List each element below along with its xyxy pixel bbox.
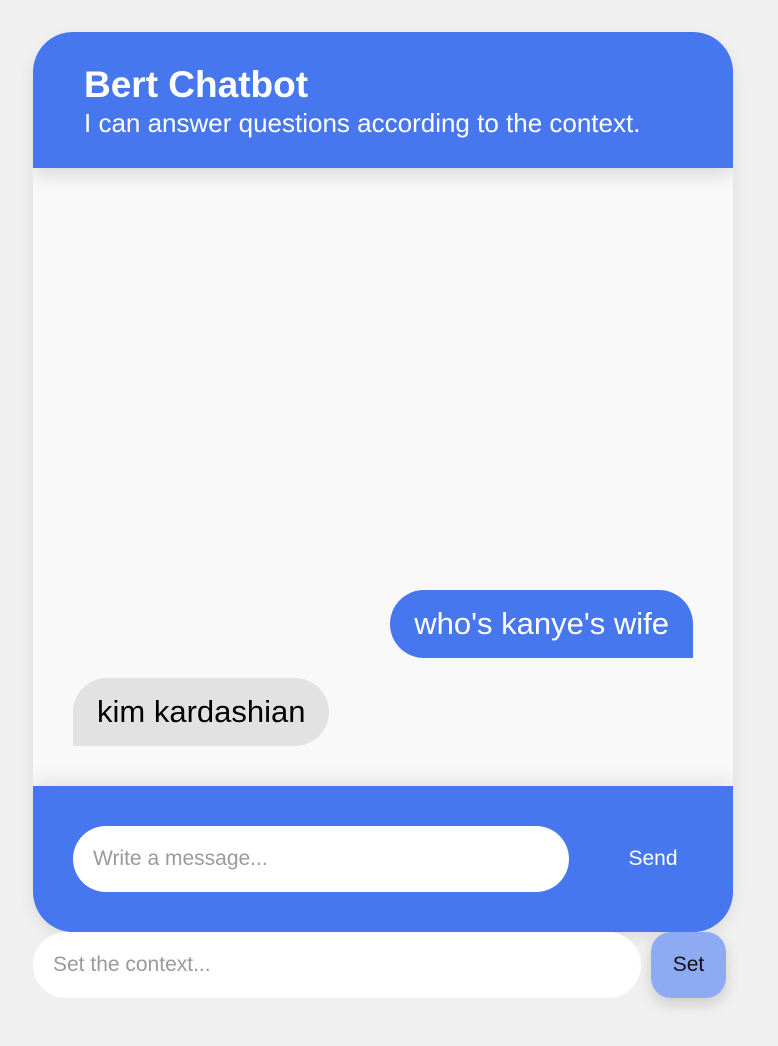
bot-message-bubble: kim kardashian: [73, 678, 330, 746]
chat-subtitle: I can answer questions according to the …: [84, 108, 641, 138]
chat-window: Bert Chatbot I can answer questions acco…: [33, 32, 733, 932]
chat-header: Bert Chatbot I can answer questions acco…: [33, 32, 733, 168]
chat-title: Bert Chatbot: [84, 64, 309, 105]
send-button[interactable]: Send: [593, 826, 713, 892]
message-input[interactable]: [73, 826, 569, 892]
context-input[interactable]: [33, 932, 641, 998]
chat-composer: Send: [33, 786, 733, 932]
context-bar: Set: [33, 932, 733, 998]
message-list: who's kanye's wife kim kardashian: [33, 168, 733, 786]
set-context-button[interactable]: Set: [651, 932, 726, 998]
user-message-bubble: who's kanye's wife: [390, 590, 693, 658]
